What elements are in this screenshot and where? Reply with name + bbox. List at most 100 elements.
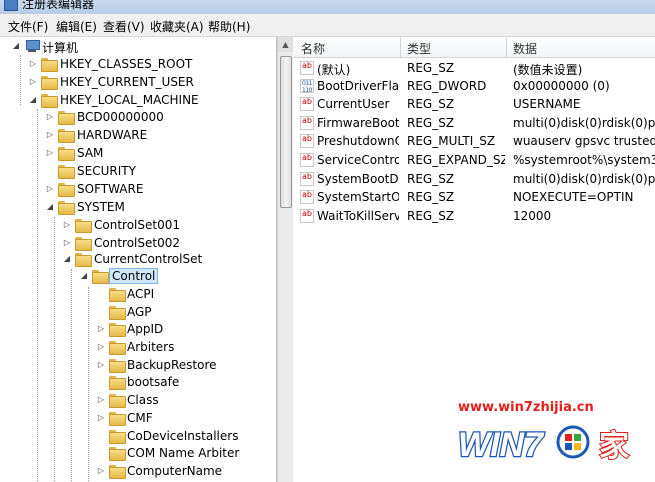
string-value-icon: ab: [300, 172, 314, 186]
menu-favorites[interactable]: 收藏夹(A): [150, 18, 204, 35]
value-name: (默认): [317, 63, 351, 77]
tree-item-label: ComputerName: [127, 464, 223, 478]
tree-item-label: ACPI: [127, 287, 155, 301]
menu-file[interactable]: 文件(F): [8, 18, 48, 35]
column-divider[interactable]: [400, 37, 401, 57]
value-row[interactable]: 011110 BootDriverFlags REG_DWORD 0x00000…: [293, 78, 655, 96]
expand-arrow-icon[interactable]: ▷: [45, 112, 55, 122]
column-header-data[interactable]: 数据: [513, 40, 537, 57]
string-value-icon: ab: [300, 190, 314, 204]
open-folder-icon: [92, 270, 109, 284]
collapse-arrow-icon[interactable]: ◢: [11, 41, 21, 51]
value-name: FirmwareBoot...: [317, 116, 399, 130]
window-title: 注册表编辑器: [22, 0, 95, 11]
expand-arrow-icon[interactable]: ▷: [96, 342, 106, 352]
column-header-type[interactable]: 类型: [407, 40, 431, 57]
tree-guide: [37, 109, 38, 482]
tree-item-label: Control: [109, 268, 159, 284]
value-name: WaitToKillServi...: [317, 209, 399, 223]
expand-arrow-icon: [96, 289, 106, 299]
values-list[interactable]: 名称 类型 数据 ab (默认) REG_SZ (数值未设置) 011 110 B…: [293, 37, 655, 482]
value-type: REG_DWORD: [407, 79, 487, 93]
value-data: multi(0)disk(0)rdisk(0)parti: [513, 116, 655, 130]
column-header-name[interactable]: 名称: [301, 40, 325, 57]
expand-arrow-icon[interactable]: ▷: [45, 148, 55, 158]
tree-item-label: HKEY_CLASSES_ROOT: [60, 57, 193, 71]
value-type: REG_SZ: [407, 190, 455, 204]
tree-item-label: ControlSet001: [94, 218, 180, 232]
binary-value-icon: 011 110: [300, 79, 314, 94]
expand-arrow-icon[interactable]: ▷: [62, 238, 72, 248]
logo-text: WIN7: [458, 426, 545, 464]
title-bar: 注册表编辑器: [0, 0, 655, 14]
tree-item-label: HKEY_CURRENT_USER: [60, 75, 194, 89]
tree-item-label: ControlSet002: [94, 236, 180, 250]
value-row[interactable]: ab SystemStartOp... REG_SZ NOEXECUTE=OPT…: [293, 189, 655, 207]
value-name: CurrentUser: [317, 97, 390, 111]
menu-edit[interactable]: 编辑(E): [56, 18, 97, 35]
folder-icon: [109, 359, 126, 373]
string-value-icon: ab: [300, 153, 314, 167]
expand-arrow-icon[interactable]: ▷: [96, 413, 106, 423]
value-type: REG_SZ: [407, 97, 455, 111]
value-data: 0x00000000 (0): [513, 79, 610, 93]
logo-cjk: 家: [599, 429, 629, 464]
value-type: REG_SZ: [407, 209, 455, 223]
string-value-icon: ab: [300, 209, 314, 223]
menu-help[interactable]: 帮助(H): [208, 18, 250, 35]
expand-arrow-icon[interactable]: ▷: [62, 220, 72, 230]
value-row[interactable]: ab FirmwareBoot... REG_SZ multi(0)disk(0…: [293, 115, 655, 133]
scroll-thumb[interactable]: [280, 56, 292, 208]
value-type: REG_SZ: [407, 61, 455, 75]
string-value-icon: ab: [300, 134, 314, 148]
tree-guide: [71, 269, 72, 482]
collapse-arrow-icon[interactable]: ◢: [79, 271, 89, 281]
value-row[interactable]: ab SystemBootDe... REG_SZ multi(0)disk(0…: [293, 171, 655, 189]
folder-icon: [109, 323, 126, 337]
flag-pane-red: [565, 434, 572, 441]
value-type: REG_MULTI_SZ: [407, 134, 496, 148]
value-type: REG_SZ: [407, 116, 455, 130]
string-value-icon: ab: [300, 116, 314, 130]
folder-icon: [58, 111, 75, 125]
value-type: REG_SZ: [407, 172, 455, 186]
value-name: BootDriverFlags: [317, 79, 399, 93]
value-data: (数值未设置): [513, 63, 583, 77]
tree-item-label: SECURITY: [77, 164, 136, 178]
expand-arrow-icon[interactable]: ▷: [28, 59, 38, 69]
collapse-arrow-icon[interactable]: ◢: [28, 95, 38, 105]
regedit-app-icon: [4, 0, 18, 11]
collapse-arrow-icon[interactable]: ◢: [45, 202, 55, 212]
tree-scrollbar[interactable]: ▲: [277, 37, 293, 482]
folder-icon: [109, 394, 126, 408]
tree-item-label: AGP: [127, 305, 152, 319]
tree-item-label: BackupRestore: [127, 358, 217, 372]
tree-guide: [88, 287, 89, 482]
value-row[interactable]: ab CurrentUser REG_SZ USERNAME: [293, 96, 655, 114]
value-row[interactable]: ab WaitToKillServi... REG_SZ 12000: [293, 208, 655, 226]
expand-arrow-icon[interactable]: ▷: [96, 466, 106, 476]
folder-icon: [109, 430, 126, 444]
value-row[interactable]: ab ServiceControl... REG_EXPAND_SZ %syst…: [293, 152, 655, 170]
registry-tree[interactable]: ◢ 计算机 ▷ HKEY_CLASSES_ROOT ▷ HKEY_CURRENT…: [0, 37, 277, 482]
folder-icon: [58, 129, 75, 143]
expand-arrow-icon[interactable]: ▷: [28, 77, 38, 87]
value-row[interactable]: ab PreshutdownO... REG_MULTI_SZ wuauserv…: [293, 133, 655, 151]
tree-item-label: CurrentControlSet: [94, 252, 203, 266]
value-data: %systemroot%\system32\: [513, 153, 655, 167]
value-data: multi(0)disk(0)rdisk(0)parti: [513, 172, 655, 186]
expand-arrow-icon[interactable]: ▷: [96, 395, 106, 405]
folder-icon: [109, 288, 126, 302]
collapse-arrow-icon[interactable]: ◢: [62, 254, 72, 264]
value-data: 12000: [513, 209, 552, 223]
flag-pane-green: [574, 434, 581, 441]
column-divider[interactable]: [506, 37, 507, 57]
expand-arrow-icon[interactable]: ▷: [96, 360, 106, 370]
scroll-up-arrow-icon[interactable]: ▲: [278, 37, 293, 52]
value-row[interactable]: ab (默认) REG_SZ (数值未设置): [293, 60, 655, 78]
menu-view[interactable]: 查看(V): [103, 18, 145, 35]
expand-arrow-icon[interactable]: ▷: [96, 324, 106, 334]
expand-arrow-icon[interactable]: ▷: [45, 184, 55, 194]
expand-arrow-icon[interactable]: ▷: [45, 130, 55, 140]
folder-icon: [75, 253, 92, 267]
